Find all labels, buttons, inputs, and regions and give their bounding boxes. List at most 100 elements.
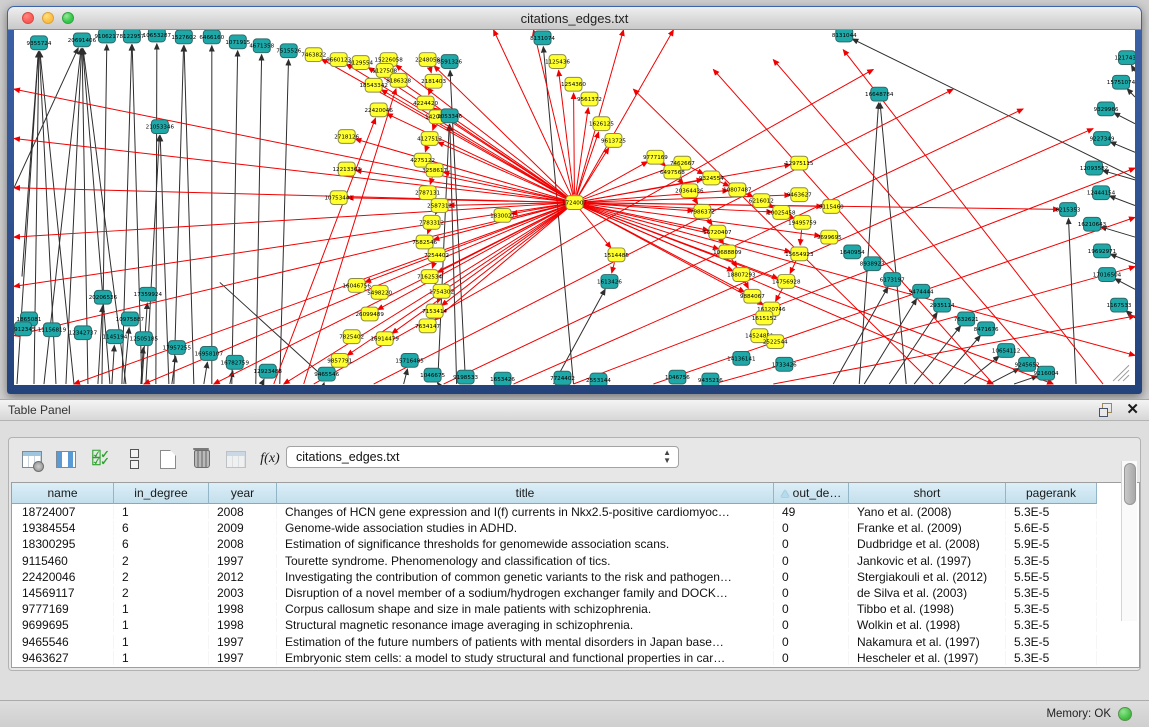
network-node[interactable]: 1514485: [604, 248, 629, 262]
network-node[interactable]: 7582546: [412, 235, 437, 249]
network-node[interactable]: 7153414: [422, 304, 447, 318]
cell-short[interactable]: de Silva et al. (2003): [849, 586, 1006, 600]
network-node[interactable]: 9613725: [601, 134, 626, 148]
network-node[interactable]: 9355724: [27, 36, 52, 50]
network-node[interactable]: 7986372: [690, 205, 715, 219]
network-node[interactable]: 7724402: [550, 371, 575, 385]
cell-title[interactable]: Genome-wide association studies in ADHD.: [277, 521, 774, 535]
network-node[interactable]: 16958107: [195, 347, 224, 361]
network-node[interactable]: 6173197: [880, 273, 905, 287]
cell-title[interactable]: Estimation of significance thresholds fo…: [277, 537, 774, 551]
network-node[interactable]: 2718126: [334, 130, 359, 144]
network-node[interactable]: 9324554: [699, 171, 724, 185]
cell-in_degree[interactable]: 1: [114, 635, 209, 649]
cell-in_degree[interactable]: 1: [114, 618, 209, 632]
network-node[interactable]: 12923488: [254, 364, 283, 378]
cell-in_degree[interactable]: 1: [114, 602, 209, 616]
table-row[interactable]: 1872400712008Changes of HCN gene express…: [12, 504, 1139, 520]
cell-out_degree[interactable]: 0: [774, 602, 849, 616]
cell-short[interactable]: Stergiakouli et al. (2012): [849, 570, 1006, 584]
network-node[interactable]: 9435216: [698, 373, 723, 385]
network-node[interactable]: 9129554: [348, 56, 373, 70]
network-node[interactable]: 17359924: [134, 287, 163, 301]
network-node[interactable]: 16648784: [865, 87, 894, 101]
network-node[interactable]: 1613426: [597, 275, 622, 289]
cell-name[interactable]: 18300295: [12, 537, 114, 551]
cell-year[interactable]: 2008: [209, 537, 277, 551]
cell-out_degree[interactable]: 0: [774, 537, 849, 551]
network-node[interactable]: 8215353: [1056, 203, 1081, 217]
cell-short[interactable]: Franke et al. (2009): [849, 521, 1006, 535]
cell-pagerank[interactable]: 5.9E-5: [1006, 537, 1097, 551]
cell-name[interactable]: 19384554: [12, 521, 114, 535]
table-row[interactable]: 2242004622012Investigating the contribut…: [12, 569, 1139, 585]
table-selector-dropdown[interactable]: citations_edges.txt ▲▼: [286, 446, 679, 468]
network-node[interactable]: 4671358: [249, 39, 274, 53]
cell-pagerank[interactable]: 5.3E-5: [1006, 602, 1097, 616]
cell-name[interactable]: 9699695: [12, 618, 114, 632]
network-node[interactable]: 20364436: [675, 184, 704, 198]
col-header-short[interactable]: short: [849, 483, 1006, 504]
network-node[interactable]: 9465546: [314, 367, 339, 381]
cell-pagerank[interactable]: 5.6E-5: [1006, 521, 1097, 535]
cell-year[interactable]: 1997: [209, 651, 277, 665]
network-node[interactable]: 16782759: [221, 355, 250, 369]
cell-year[interactable]: 2012: [209, 570, 277, 584]
new-table-icon[interactable]: [155, 446, 181, 472]
cell-name[interactable]: 18724007: [12, 505, 114, 519]
cell-title[interactable]: Tourette syndrome. Phenomenology and cla…: [277, 554, 774, 568]
network-node[interactable]: 10653287: [143, 30, 172, 42]
cell-out_degree[interactable]: 0: [774, 635, 849, 649]
table-row[interactable]: 1938455462009Genome-wide association stu…: [12, 520, 1139, 536]
network-node[interactable]: 9474444: [909, 284, 934, 298]
cell-short[interactable]: Tibbo et al. (1998): [849, 602, 1006, 616]
network-node[interactable]: 1733426: [772, 357, 797, 371]
network-window-titlebar[interactable]: citations_edges.txt: [8, 7, 1141, 30]
network-node[interactable]: 2587312: [427, 199, 452, 213]
network-node[interactable]: 6466160: [199, 30, 224, 44]
col-header-out_degree[interactable]: out_de…: [774, 483, 849, 504]
table-row[interactable]: 911546021997Tourette syndrome. Phenomeno…: [12, 553, 1139, 569]
function-builder-icon[interactable]: f(x): [257, 446, 283, 472]
cell-title[interactable]: Disruption of a novel member of a sodium…: [277, 586, 774, 600]
cell-in_degree[interactable]: 6: [114, 537, 209, 551]
cell-in_degree[interactable]: 2: [114, 570, 209, 584]
network-node[interactable]: 9245652: [1015, 357, 1040, 371]
cell-year[interactable]: 2003: [209, 586, 277, 600]
cell-short[interactable]: Hescheler et al. (1997): [849, 651, 1006, 665]
resize-grip-icon[interactable]: [1123, 375, 1129, 381]
network-node[interactable]: 6216012: [749, 194, 774, 208]
cell-year[interactable]: 1998: [209, 618, 277, 632]
network-node[interactable]: 17016504: [1093, 268, 1122, 282]
cell-out_degree[interactable]: 0: [774, 651, 849, 665]
cell-out_degree[interactable]: 0: [774, 618, 849, 632]
cell-year[interactable]: 1997: [209, 635, 277, 649]
cell-name[interactable]: 14569117: [12, 586, 114, 600]
network-node[interactable]: 9198533: [453, 370, 478, 384]
network-node[interactable]: 8131074: [530, 31, 555, 45]
cell-name[interactable]: 9115460: [12, 554, 114, 568]
table-row[interactable]: 977716911998Corpus callosum shape and si…: [12, 601, 1139, 617]
network-node[interactable]: 1125436: [545, 55, 570, 69]
cell-pagerank[interactable]: 5.3E-5: [1006, 554, 1097, 568]
cell-short[interactable]: Dudbridge et al. (2008): [849, 537, 1006, 551]
network-node[interactable]: 1527602: [171, 30, 196, 44]
col-header-year[interactable]: year: [209, 483, 277, 504]
cell-out_degree[interactable]: 0: [774, 554, 849, 568]
network-node[interactable]: 1626125: [589, 117, 614, 131]
network-node[interactable]: 7783312: [419, 215, 444, 229]
network-node[interactable]: 7632621: [954, 312, 979, 326]
network-node[interactable]: 7463822: [301, 48, 326, 62]
cell-short[interactable]: Nakamura et al. (1997): [849, 635, 1006, 649]
network-node[interactable]: 9699695: [817, 230, 842, 244]
network-node[interactable]: 4127512: [417, 132, 442, 146]
cell-pagerank[interactable]: 5.3E-5: [1006, 651, 1097, 665]
network-node[interactable]: 2522544: [763, 335, 788, 349]
float-panel-icon[interactable]: [1098, 402, 1113, 417]
cell-name[interactable]: 9777169: [12, 602, 114, 616]
network-node[interactable]: 1754302: [429, 284, 454, 298]
select-columns-check-icon[interactable]: ☑✓☑✓: [87, 446, 113, 472]
network-node[interactable]: 16914479: [370, 332, 399, 346]
network-node[interactable]: 15716485: [395, 353, 424, 367]
table-row[interactable]: 1456911722003Disruption of a novel membe…: [12, 585, 1139, 601]
